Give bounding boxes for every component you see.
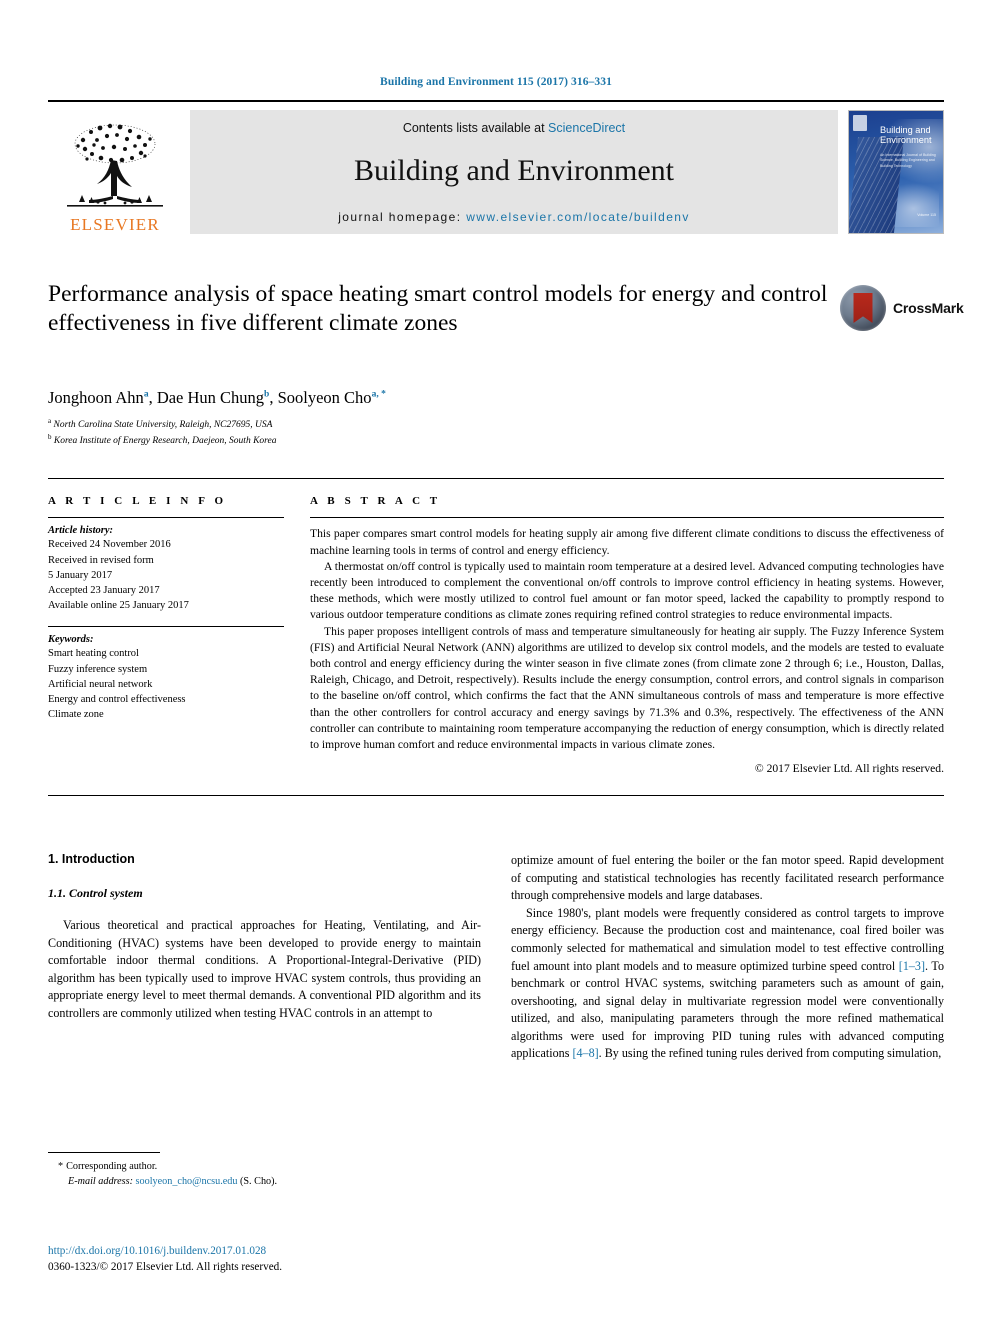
abstract-paragraph: A thermostat on/off control is typically… xyxy=(310,559,944,622)
doi-block: http://dx.doi.org/10.1016/j.buildenv.201… xyxy=(48,1243,486,1275)
article-history-item: Available online 25 January 2017 xyxy=(48,600,189,612)
elsevier-wordmark: ELSEVIER xyxy=(70,215,160,234)
article-info-heading: A R T I C L E I N F O xyxy=(48,495,227,508)
corresponding-author-marker: * xyxy=(58,1161,64,1172)
doi-link[interactable]: http://dx.doi.org/10.1016/j.buildenv.201… xyxy=(48,1243,486,1259)
email-link[interactable]: soolyeon_cho@ncsu.edu xyxy=(136,1176,238,1187)
abstract-paragraph: This paper compares smart control models… xyxy=(310,527,944,557)
keywords-label: Keywords: xyxy=(48,634,94,646)
body-columns: 1. Introduction 1.1. Control system Vari… xyxy=(48,852,944,1062)
affiliation-item: b Korea Institute of Energy Research, Da… xyxy=(48,433,944,449)
body-left-column: 1. Introduction 1.1. Control system Vari… xyxy=(48,852,481,1062)
article-info-rule xyxy=(48,517,284,519)
abstract-heading: A B S T R A C T xyxy=(310,495,441,508)
cover-title: Building and Environment xyxy=(880,125,942,146)
article-info-column: A R T I C L E I N F O Article history: R… xyxy=(48,495,284,775)
elsevier-logo: ELSEVIER xyxy=(48,110,182,234)
paragraph-text: . To benchmark or control HVAC systems, … xyxy=(511,958,944,1061)
affiliation-mark: a xyxy=(48,417,52,425)
cover-title-line1: Building and xyxy=(880,125,931,135)
affiliation-list: a North Carolina State University, Ralei… xyxy=(48,417,944,448)
contents-available-line: Contents lists available at ScienceDirec… xyxy=(403,121,625,135)
body-paragraph: optimize amount of fuel entering the boi… xyxy=(511,852,944,905)
author-name: Soolyeon Cho xyxy=(277,388,372,407)
paragraph-text: optimize amount of fuel entering the boi… xyxy=(511,853,944,903)
body-right-column: optimize amount of fuel entering the boi… xyxy=(511,852,944,1062)
body-paragraph: Since 1980's, plant models were frequent… xyxy=(511,905,944,1063)
abstract-rule xyxy=(310,517,944,519)
corresponding-author-text: Corresponding author. xyxy=(66,1161,158,1172)
author-affiliation-mark: b xyxy=(264,389,270,400)
author-name: Dae Hun Chung xyxy=(156,388,265,407)
subsection-heading-control-system: 1.1. Control system xyxy=(48,886,143,901)
affiliation-text: North Carolina State University, Raleigh… xyxy=(53,420,273,431)
journal-cover-thumbnail: Building and Environment An Internationa… xyxy=(848,110,944,234)
homepage-label: journal homepage: xyxy=(338,210,462,224)
author-name: Jonghoon Ahn xyxy=(48,388,144,407)
abstract-bottom-rule xyxy=(48,795,944,797)
article-history-item: Received in revised form xyxy=(48,554,154,566)
body-paragraph: Various theoretical and practical approa… xyxy=(48,918,481,1020)
article-history-label: Article history: xyxy=(48,525,114,537)
journal-masthead: ELSEVIER Contents lists available at Sci… xyxy=(48,100,944,234)
article-history-item: Received 24 November 2016 xyxy=(48,539,171,551)
paragraph-text: . By using the refined tuning rules deri… xyxy=(598,1046,942,1061)
info-and-abstract: A R T I C L E I N F O Article history: R… xyxy=(48,478,944,775)
keywords-rule xyxy=(48,626,284,628)
author-affiliation-mark: a xyxy=(143,389,149,400)
keyword-item: Climate zone xyxy=(48,709,104,721)
author-list: Jonghoon Ahna, Dae Hun Chungb, Soolyeon … xyxy=(48,388,386,407)
article-history-item: Accepted 23 January 2017 xyxy=(48,584,160,596)
abstract-paragraph: This paper proposes intelligent controls… xyxy=(310,624,944,752)
footnote-rule xyxy=(48,1152,160,1153)
keyword-item: Energy and control effectiveness xyxy=(48,694,186,706)
cover-subtitle: An International Journal of Building Sci… xyxy=(880,153,936,168)
title-block: Performance analysis of space heating sm… xyxy=(48,280,964,372)
citation-link[interactable]: [1–3] xyxy=(899,959,925,973)
crossmark-badge[interactable]: CrossMark xyxy=(840,282,964,334)
paragraph-text: Since 1980's, plant models were frequent… xyxy=(511,905,944,973)
crossmark-label: CrossMark xyxy=(893,300,964,316)
email-line: E-mail address: soolyeon_cho@ncsu.edu (S… xyxy=(48,1174,486,1189)
crossmark-bookmark-shape xyxy=(853,293,873,323)
keyword-item: Smart heating control xyxy=(48,648,139,660)
section-heading-introduction: 1. Introduction xyxy=(48,852,135,867)
journal-band: Contents lists available at ScienceDirec… xyxy=(190,110,838,234)
homepage-url-link[interactable]: www.elsevier.com/locate/buildenv xyxy=(466,210,690,224)
corresponding-author-footnote: * Corresponding author. E-mail address: s… xyxy=(48,1152,486,1190)
page-title: Performance analysis of space heating sm… xyxy=(48,281,828,337)
crossmark-icon xyxy=(840,285,886,331)
abstract-copyright: © 2017 Elsevier Ltd. All rights reserved… xyxy=(754,762,944,776)
citation-link[interactable]: [4–8] xyxy=(572,1046,598,1060)
affiliation-item: a North Carolina State University, Ralei… xyxy=(48,417,944,433)
affiliation-text: Korea Institute of Energy Research, Daej… xyxy=(53,435,277,446)
sciencedirect-link[interactable]: ScienceDirect xyxy=(548,121,625,135)
journal-homepage-line: journal homepage: www.elsevier.com/locat… xyxy=(338,210,690,224)
email-suffix: (S. Cho). xyxy=(240,1176,278,1188)
running-head: Building and Environment 115 (2017) 316–… xyxy=(380,76,612,88)
issn-copyright-line: 0360-1323/© 2017 Elsevier Ltd. All right… xyxy=(48,1261,283,1274)
keyword-item: Fuzzy inference system xyxy=(48,663,148,675)
abstract-column: A B S T R A C T This paper compares smar… xyxy=(310,495,944,775)
cover-elsevier-mark xyxy=(853,115,867,131)
article-history-item: 5 January 2017 xyxy=(48,569,113,581)
cover-title-line2: Environment xyxy=(880,135,932,146)
corresponding-author-line: * Corresponding author. xyxy=(48,1159,486,1174)
affiliation-mark: b xyxy=(48,432,52,441)
author-affiliation-mark: a, * xyxy=(371,389,386,400)
elsevier-tree-icon xyxy=(67,123,163,207)
cover-volume-note: Volume 115 xyxy=(917,213,936,217)
keyword-item: Artificial neural network xyxy=(48,678,153,690)
contents-prefix: Contents lists available at xyxy=(402,121,545,135)
email-label: E-mail address: xyxy=(68,1176,133,1188)
journal-title: Building and Environment xyxy=(354,153,674,187)
paper-page: Building and Environment 115 (2017) 316–… xyxy=(0,0,992,1323)
